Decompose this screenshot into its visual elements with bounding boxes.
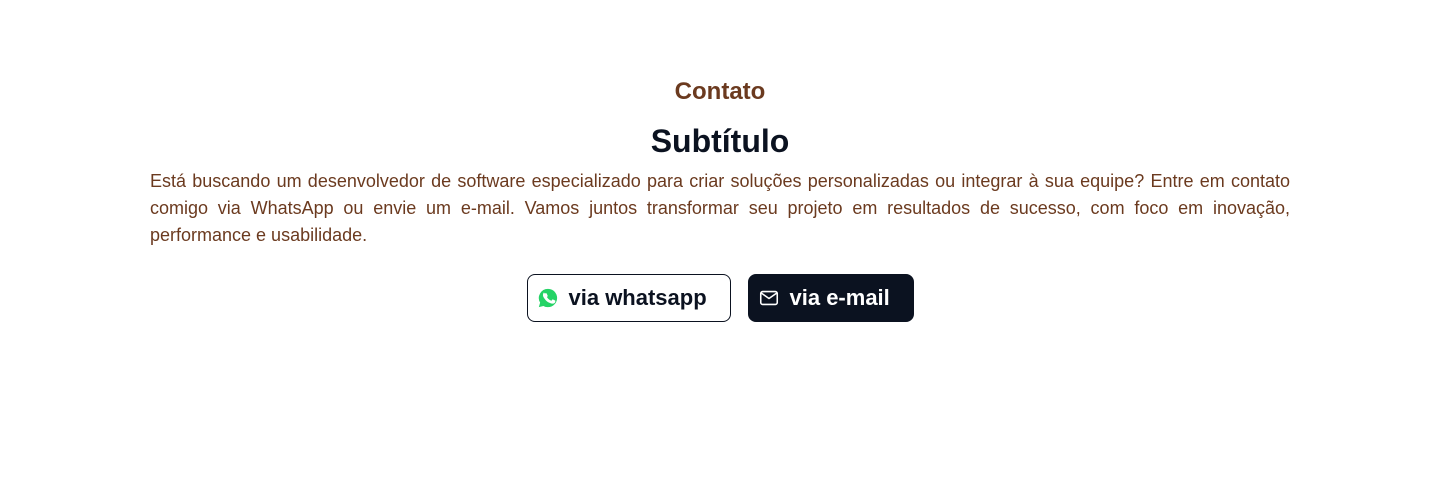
section-description: Está buscando um desenvolvedor de softwa… [150, 171, 1290, 245]
section-eyebrow: Contato [674, 78, 766, 105]
section-title: Subtítulo [650, 123, 790, 159]
page: Contato Subtítulo Está buscando um desen… [0, 0, 1440, 479]
mail-icon [757, 286, 781, 310]
email-button-label: via e-mail [789, 285, 890, 310]
contact-actions: via whatsapp via e-mail [150, 274, 1290, 322]
whatsapp-button-label: via whatsapp [568, 285, 707, 310]
whatsapp-button[interactable]: via whatsapp [526, 274, 731, 322]
whatsapp-icon [536, 286, 560, 310]
email-button[interactable]: via e-mail [747, 274, 914, 322]
contact-section: Contato Subtítulo Está buscando um desen… [150, 74, 1290, 322]
